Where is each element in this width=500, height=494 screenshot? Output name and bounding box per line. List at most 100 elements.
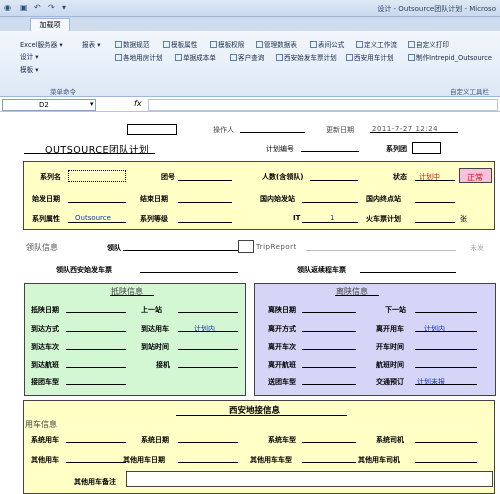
other-car-field[interactable] [66, 462, 126, 463]
depart-car-use-field[interactable] [415, 331, 477, 332]
other-note-field[interactable] [126, 471, 493, 487]
template-menu[interactable]: 模板 ▾ [20, 64, 39, 74]
leader-return-ticket-field[interactable] [360, 272, 456, 273]
depart-flight-field[interactable] [302, 367, 356, 368]
trip-report-field[interactable] [306, 250, 456, 251]
send-model-label: 送团车型 [268, 378, 296, 386]
operator-field[interactable] [240, 132, 305, 133]
xian-ticket-plan-button[interactable]: 西安始发车票计划 [276, 52, 337, 62]
domestic-end-field[interactable] [415, 202, 455, 203]
report-menu[interactable]: 报表 ▾ [82, 39, 101, 49]
depart-train-field[interactable] [302, 349, 356, 350]
make-intrepid-button[interactable]: 制作Intrepid_Outsource [408, 52, 492, 62]
domestic-start-field[interactable] [302, 202, 358, 203]
formula-input[interactable] [148, 99, 498, 111]
system-car-field[interactable] [66, 442, 126, 443]
other-model-field[interactable] [302, 462, 356, 463]
leader-xian-ticket-field[interactable] [140, 272, 238, 273]
train-plan-unit: 张 [460, 215, 467, 223]
formula-button[interactable]: 表间公式 [310, 39, 344, 49]
arrive-prev-stop-label: 上一站 [141, 306, 162, 314]
series-attr-field[interactable] [68, 222, 126, 223]
series-name-field[interactable] [68, 170, 126, 182]
status-field[interactable] [415, 180, 455, 181]
data-spec-button[interactable]: 数据规范 [115, 39, 149, 49]
arrive-date-field[interactable] [66, 312, 126, 313]
quick-access-dropdown-icon[interactable]: ▾ [62, 3, 66, 12]
fx-icon[interactable]: fx [134, 99, 142, 108]
car-section-title: 用车信息 [25, 420, 57, 429]
make-icon [408, 54, 415, 61]
group-no-field[interactable] [178, 180, 232, 181]
transport-field[interactable] [415, 384, 477, 385]
train-plan-field[interactable] [415, 222, 455, 223]
template-props-button[interactable]: 模板属性 [163, 39, 197, 49]
plan-no-label: 计划编号 [266, 145, 294, 153]
excel-server-menu[interactable]: Excel服务器 ▾ [20, 39, 63, 49]
arrive-train-field[interactable] [66, 349, 126, 350]
start-date-field[interactable] [68, 202, 126, 203]
cost-sheet-button[interactable]: 单据成本单 [175, 52, 216, 62]
depart-method-field[interactable] [302, 331, 356, 332]
car-icon [346, 54, 353, 61]
trip-report-label: TripReport [256, 243, 297, 251]
series-group-field[interactable] [412, 142, 441, 154]
pickup-model-field[interactable] [66, 384, 126, 385]
it-field[interactable] [302, 222, 358, 223]
customer-query-button[interactable]: 客户查询 [230, 52, 264, 62]
redo-icon[interactable]: ↷ [48, 3, 55, 12]
it-label: IT [293, 214, 301, 222]
other-date-label: 其他用车日期 [123, 456, 165, 464]
arrive-time-field[interactable] [178, 349, 238, 350]
people-field[interactable] [310, 180, 358, 181]
series-level-field[interactable] [178, 222, 232, 223]
arrive-method-field[interactable] [66, 331, 126, 332]
data-spec-icon [115, 41, 122, 48]
arrive-airport-field[interactable] [178, 367, 238, 368]
depart-method-label: 离开方式 [268, 325, 296, 333]
other-date-field[interactable] [178, 462, 238, 463]
series-attr-value: Outsource [75, 214, 111, 222]
arrive-flight-field[interactable] [66, 367, 126, 368]
xian-car-plan-button[interactable]: 西安用车计划 [346, 52, 394, 62]
group-no-label: 团号 [161, 173, 175, 181]
send-model-field[interactable] [302, 384, 356, 385]
depart-date-field[interactable] [302, 312, 356, 313]
depart-flight-time-field[interactable] [415, 367, 477, 368]
print-icon [408, 41, 415, 48]
system-date-field[interactable] [178, 442, 238, 443]
system-model-label: 系统车型 [268, 436, 296, 444]
workflow-button[interactable]: 定义工作流 [356, 39, 397, 49]
save-icon[interactable]: ▣ [20, 3, 28, 12]
system-model-field[interactable] [302, 442, 356, 443]
leader-field[interactable] [123, 250, 238, 251]
design-menu[interactable]: 设计 ▾ [20, 51, 39, 61]
arrive-prev-stop-field[interactable] [178, 312, 238, 313]
system-driver-field[interactable] [415, 442, 477, 443]
template-props-icon [163, 41, 170, 48]
selected-cell[interactable] [127, 124, 177, 135]
series-group-label: 系列团 [386, 145, 407, 153]
arrive-car-use-field[interactable] [178, 331, 238, 332]
xian-title-underline [176, 415, 347, 416]
other-driver-field[interactable] [415, 462, 477, 463]
plan-no-field[interactable] [301, 151, 359, 152]
manage-tables-button[interactable]: 管理数据表 [256, 39, 297, 49]
tab-addin[interactable]: 加载项 [30, 18, 70, 31]
office-button-icon[interactable]: ◉ [4, 3, 11, 12]
depart-car-use-value: 计划内 [424, 325, 445, 333]
name-box-dropdown-icon[interactable]: ▾ [90, 100, 94, 108]
depart-date-label: 离陕日期 [268, 306, 296, 314]
arrive-method-label: 到达方式 [31, 325, 59, 333]
depart-time-field[interactable] [415, 349, 477, 350]
trip-report-checkbox[interactable] [238, 240, 254, 253]
end-date-field[interactable] [178, 202, 232, 203]
template-perm-button[interactable]: 模板权限 [210, 39, 244, 49]
undo-icon[interactable]: ↶ [34, 3, 41, 12]
name-box[interactable]: D2 [2, 99, 96, 111]
arrive-train-label: 到达车次 [31, 343, 59, 351]
depart-next-stop-field[interactable] [415, 312, 477, 313]
pickup-model-label: 接团车型 [31, 378, 59, 386]
custom-print-button[interactable]: 自定义打印 [408, 39, 449, 49]
room-plan-button[interactable]: 各地用房计划 [115, 52, 163, 62]
